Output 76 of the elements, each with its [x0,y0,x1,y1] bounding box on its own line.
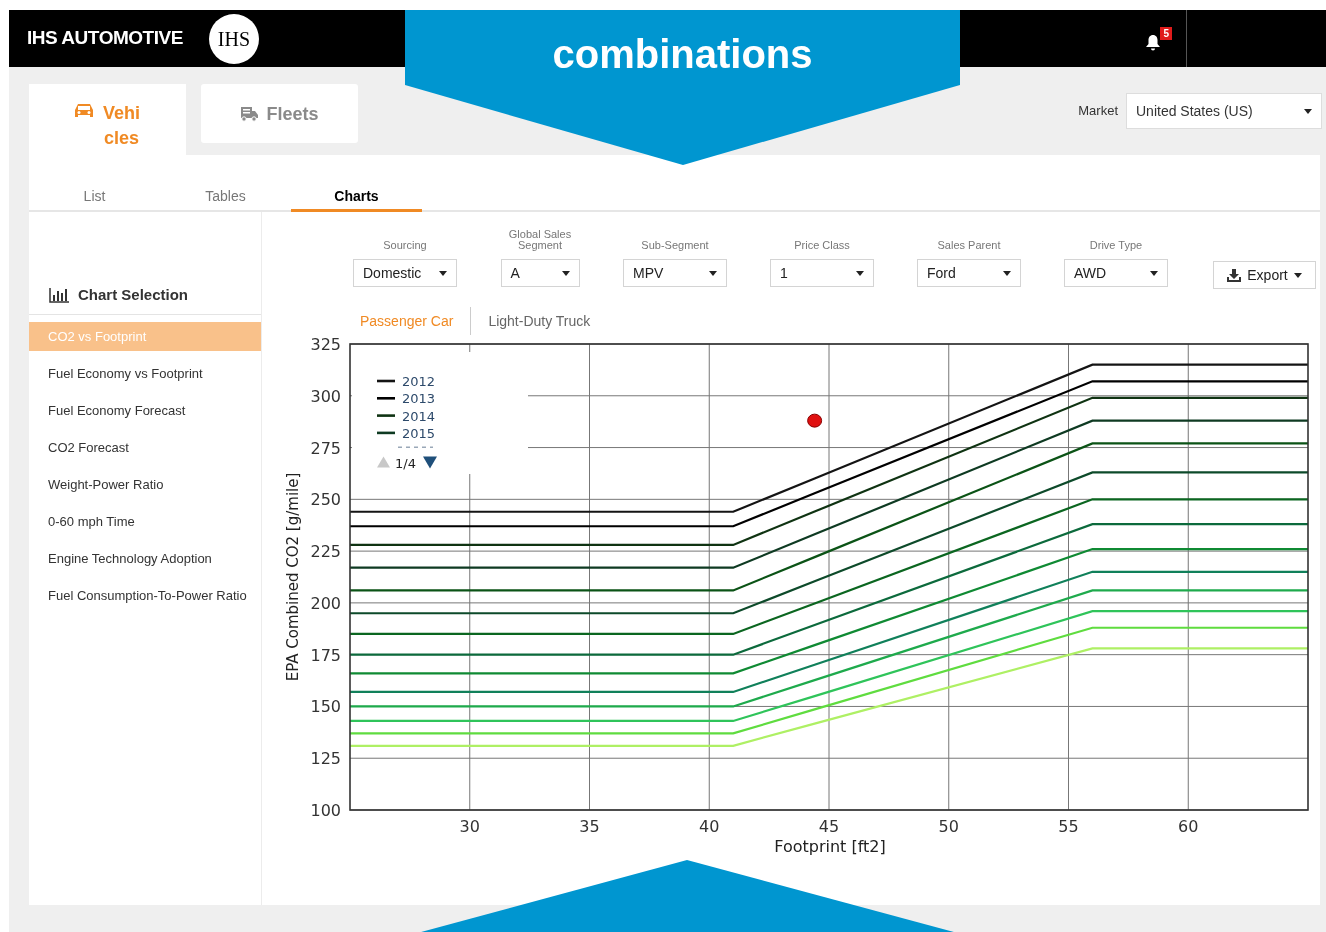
legend-page: 1/4 [395,455,416,471]
axis-tick-label: 175 [310,645,341,665]
bell-icon [1146,34,1160,51]
filter-label: Sales Parent [936,240,1002,251]
legend-swatch [377,379,395,383]
filter-label: Drive Type [1088,240,1144,251]
filter-dropdown[interactable]: AWD [1064,259,1168,287]
caret-icon [1304,108,1312,114]
sub-tab[interactable]: List [29,155,160,212]
filter-label: Global Sales Segment [507,229,573,251]
axis-tick-label: 35 [579,817,600,836]
legend-swatch [377,431,395,435]
filter-label: Sub-Segment [640,240,710,251]
chart-list-item[interactable]: 0-60 mph Time [29,507,261,536]
legend-label: 2014 [402,408,436,424]
car-icon [73,103,94,119]
caret-icon [856,270,864,276]
axis-tick-label: 125 [310,749,341,769]
filter-label: Sourcing [382,240,428,251]
chart-list-item[interactable]: Fuel Economy Forecast [29,396,261,425]
sub-tab[interactable]: Tables [160,155,291,212]
filter-label: Price Class [793,240,851,251]
notification-badge: 5 [1160,26,1172,40]
filter-dropdown[interactable]: MPV [623,259,727,287]
chart-list-item[interactable]: Weight-Power Ratio [29,470,261,499]
axis-tick-label: 300 [310,386,341,406]
sub-tab[interactable]: Charts [291,155,422,212]
export-button[interactable]: Export [1213,261,1316,289]
arrow-down-icon[interactable] [423,456,437,469]
download-icon [1227,268,1242,282]
notification-button[interactable]: 5 [1146,26,1172,51]
axis-tick-label: 150 [310,697,341,717]
chart-list-item[interactable]: Fuel Consumption-To-Power Ratio [29,581,261,610]
chart-list-item[interactable]: Fuel Economy vs Footprint [29,359,261,388]
caret-icon [1150,270,1158,276]
axis-tick-label: 200 [310,593,341,613]
truck-icon [240,106,259,122]
legend-label: 2013 [402,391,436,407]
legend-label: 2015 [402,425,436,441]
axis-tick-label: 45 [818,817,840,836]
axis-tick-label: 40 [699,817,720,836]
caret-icon [561,270,570,276]
axis-tick-label: 250 [310,490,341,510]
market-label: Market [1078,102,1118,121]
brand-name: IHS AUTOMOTIVE [27,26,183,51]
legend-swatch [377,397,395,400]
axis-tick-label: 55 [1058,817,1079,836]
axis-tick-label: 50 [938,817,959,836]
caret-icon [1293,272,1302,278]
axis-title: Footprint [ft2] [774,837,886,856]
caret-icon [439,270,447,276]
logo: IHS [208,13,259,64]
bar-chart-icon [49,287,69,303]
chart-tab[interactable]: Light-Duty Truck [488,310,591,332]
filter-dropdown[interactable]: A [500,259,580,287]
caret-icon [1003,270,1011,276]
axis-tick-label: 100 [310,801,341,820]
data-point [807,413,823,428]
legend-label: 2012 [402,374,436,389]
filter-dropdown[interactable]: Domestic [353,259,457,287]
market-dropdown[interactable]: United States (US) [1126,93,1322,129]
axis-tick-label: 225 [310,542,341,562]
axis-tick-label: 275 [310,438,341,458]
dashed-line [397,446,434,448]
callout-text: combinations [551,31,814,78]
chart-list-item[interactable]: Engine Technology Adoption [29,544,261,573]
axis-tick-label: 325 [310,335,341,354]
filter-dropdown[interactable]: Ford [917,259,1021,287]
legend-swatch [377,414,395,417]
axis-tick-label: 60 [1178,817,1199,836]
axis-title: EPA Combined CO2 [g/mile] [284,472,302,682]
filter-dropdown[interactable]: 1 [770,259,874,287]
section-title: Chart Selection [78,284,189,305]
axis-tick-label: 30 [459,817,480,836]
caret-icon [709,270,717,276]
chart-list-item[interactable]: CO2 Forecast [29,433,261,462]
